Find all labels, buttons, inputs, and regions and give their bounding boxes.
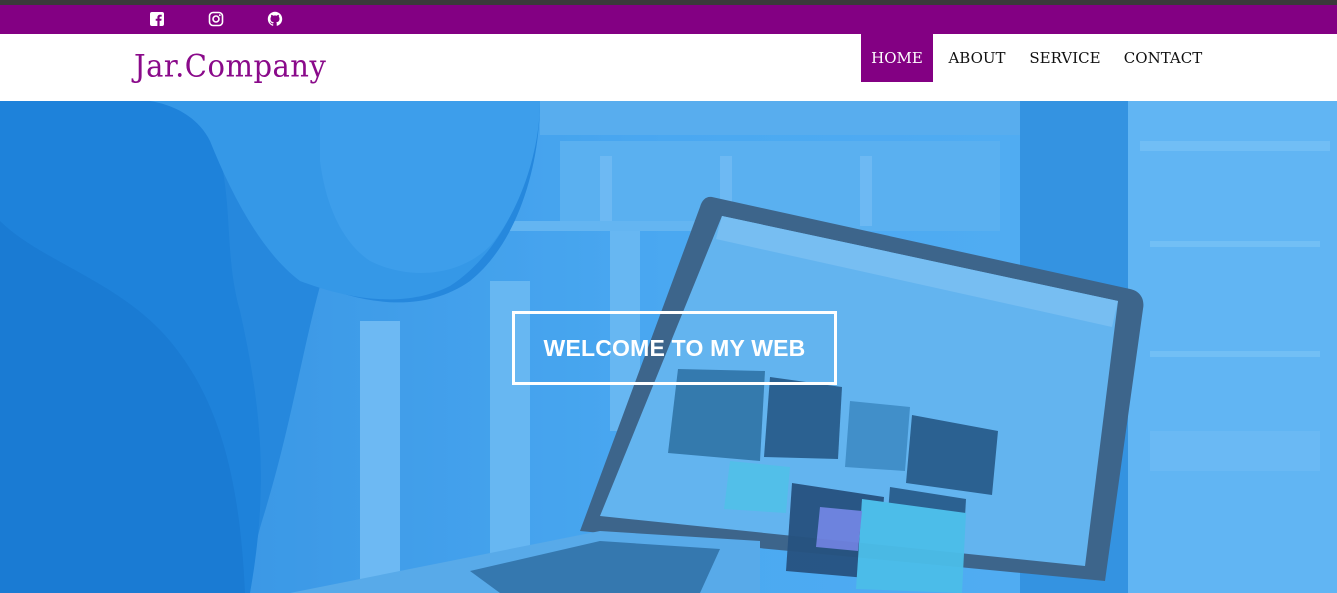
- nav-service[interactable]: SERVICE: [1021, 34, 1109, 82]
- welcome-headline[interactable]: WELCOME TO MY WEB: [512, 311, 837, 385]
- hero-banner: WELCOME TO MY WEB: [0, 101, 1337, 593]
- brand-logo[interactable]: Jar.Company: [134, 48, 326, 84]
- nav-home[interactable]: HOME: [861, 34, 933, 82]
- facebook-icon[interactable]: [149, 11, 165, 27]
- github-icon[interactable]: [267, 11, 283, 27]
- site-header: Jar.Company HOME ABOUT SERVICE CONTACT: [0, 34, 1337, 101]
- instagram-icon[interactable]: [208, 11, 224, 27]
- main-nav: HOME ABOUT SERVICE CONTACT: [861, 34, 1217, 82]
- social-bar: [0, 5, 1337, 34]
- nav-contact[interactable]: CONTACT: [1109, 34, 1217, 82]
- nav-about[interactable]: ABOUT: [933, 34, 1021, 82]
